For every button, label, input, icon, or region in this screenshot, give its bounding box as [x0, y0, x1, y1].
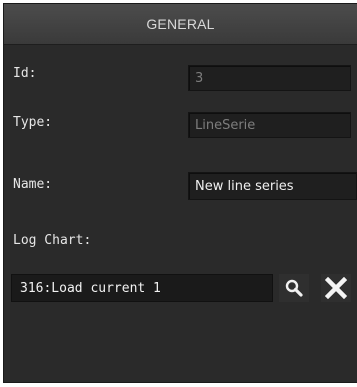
search-icon	[285, 279, 303, 297]
general-panel: GENERAL Id: 3 Type: LineSerie Name: New …	[3, 3, 357, 383]
log-chart-search-button[interactable]	[279, 274, 309, 302]
name-input[interactable]: New line series	[188, 172, 357, 200]
log-chart-label: Log Chart:	[13, 233, 92, 248]
name-label: Name:	[13, 177, 53, 192]
id-field: 3	[188, 65, 351, 91]
id-label: Id:	[13, 66, 37, 81]
type-field: LineSerie	[188, 112, 351, 138]
type-label: Type:	[13, 115, 53, 130]
log-chart-field[interactable]: 316:Load current 1	[11, 274, 273, 302]
panel-header-general: GENERAL	[4, 4, 357, 45]
close-icon	[325, 277, 347, 299]
log-chart-clear-button[interactable]	[321, 274, 351, 302]
